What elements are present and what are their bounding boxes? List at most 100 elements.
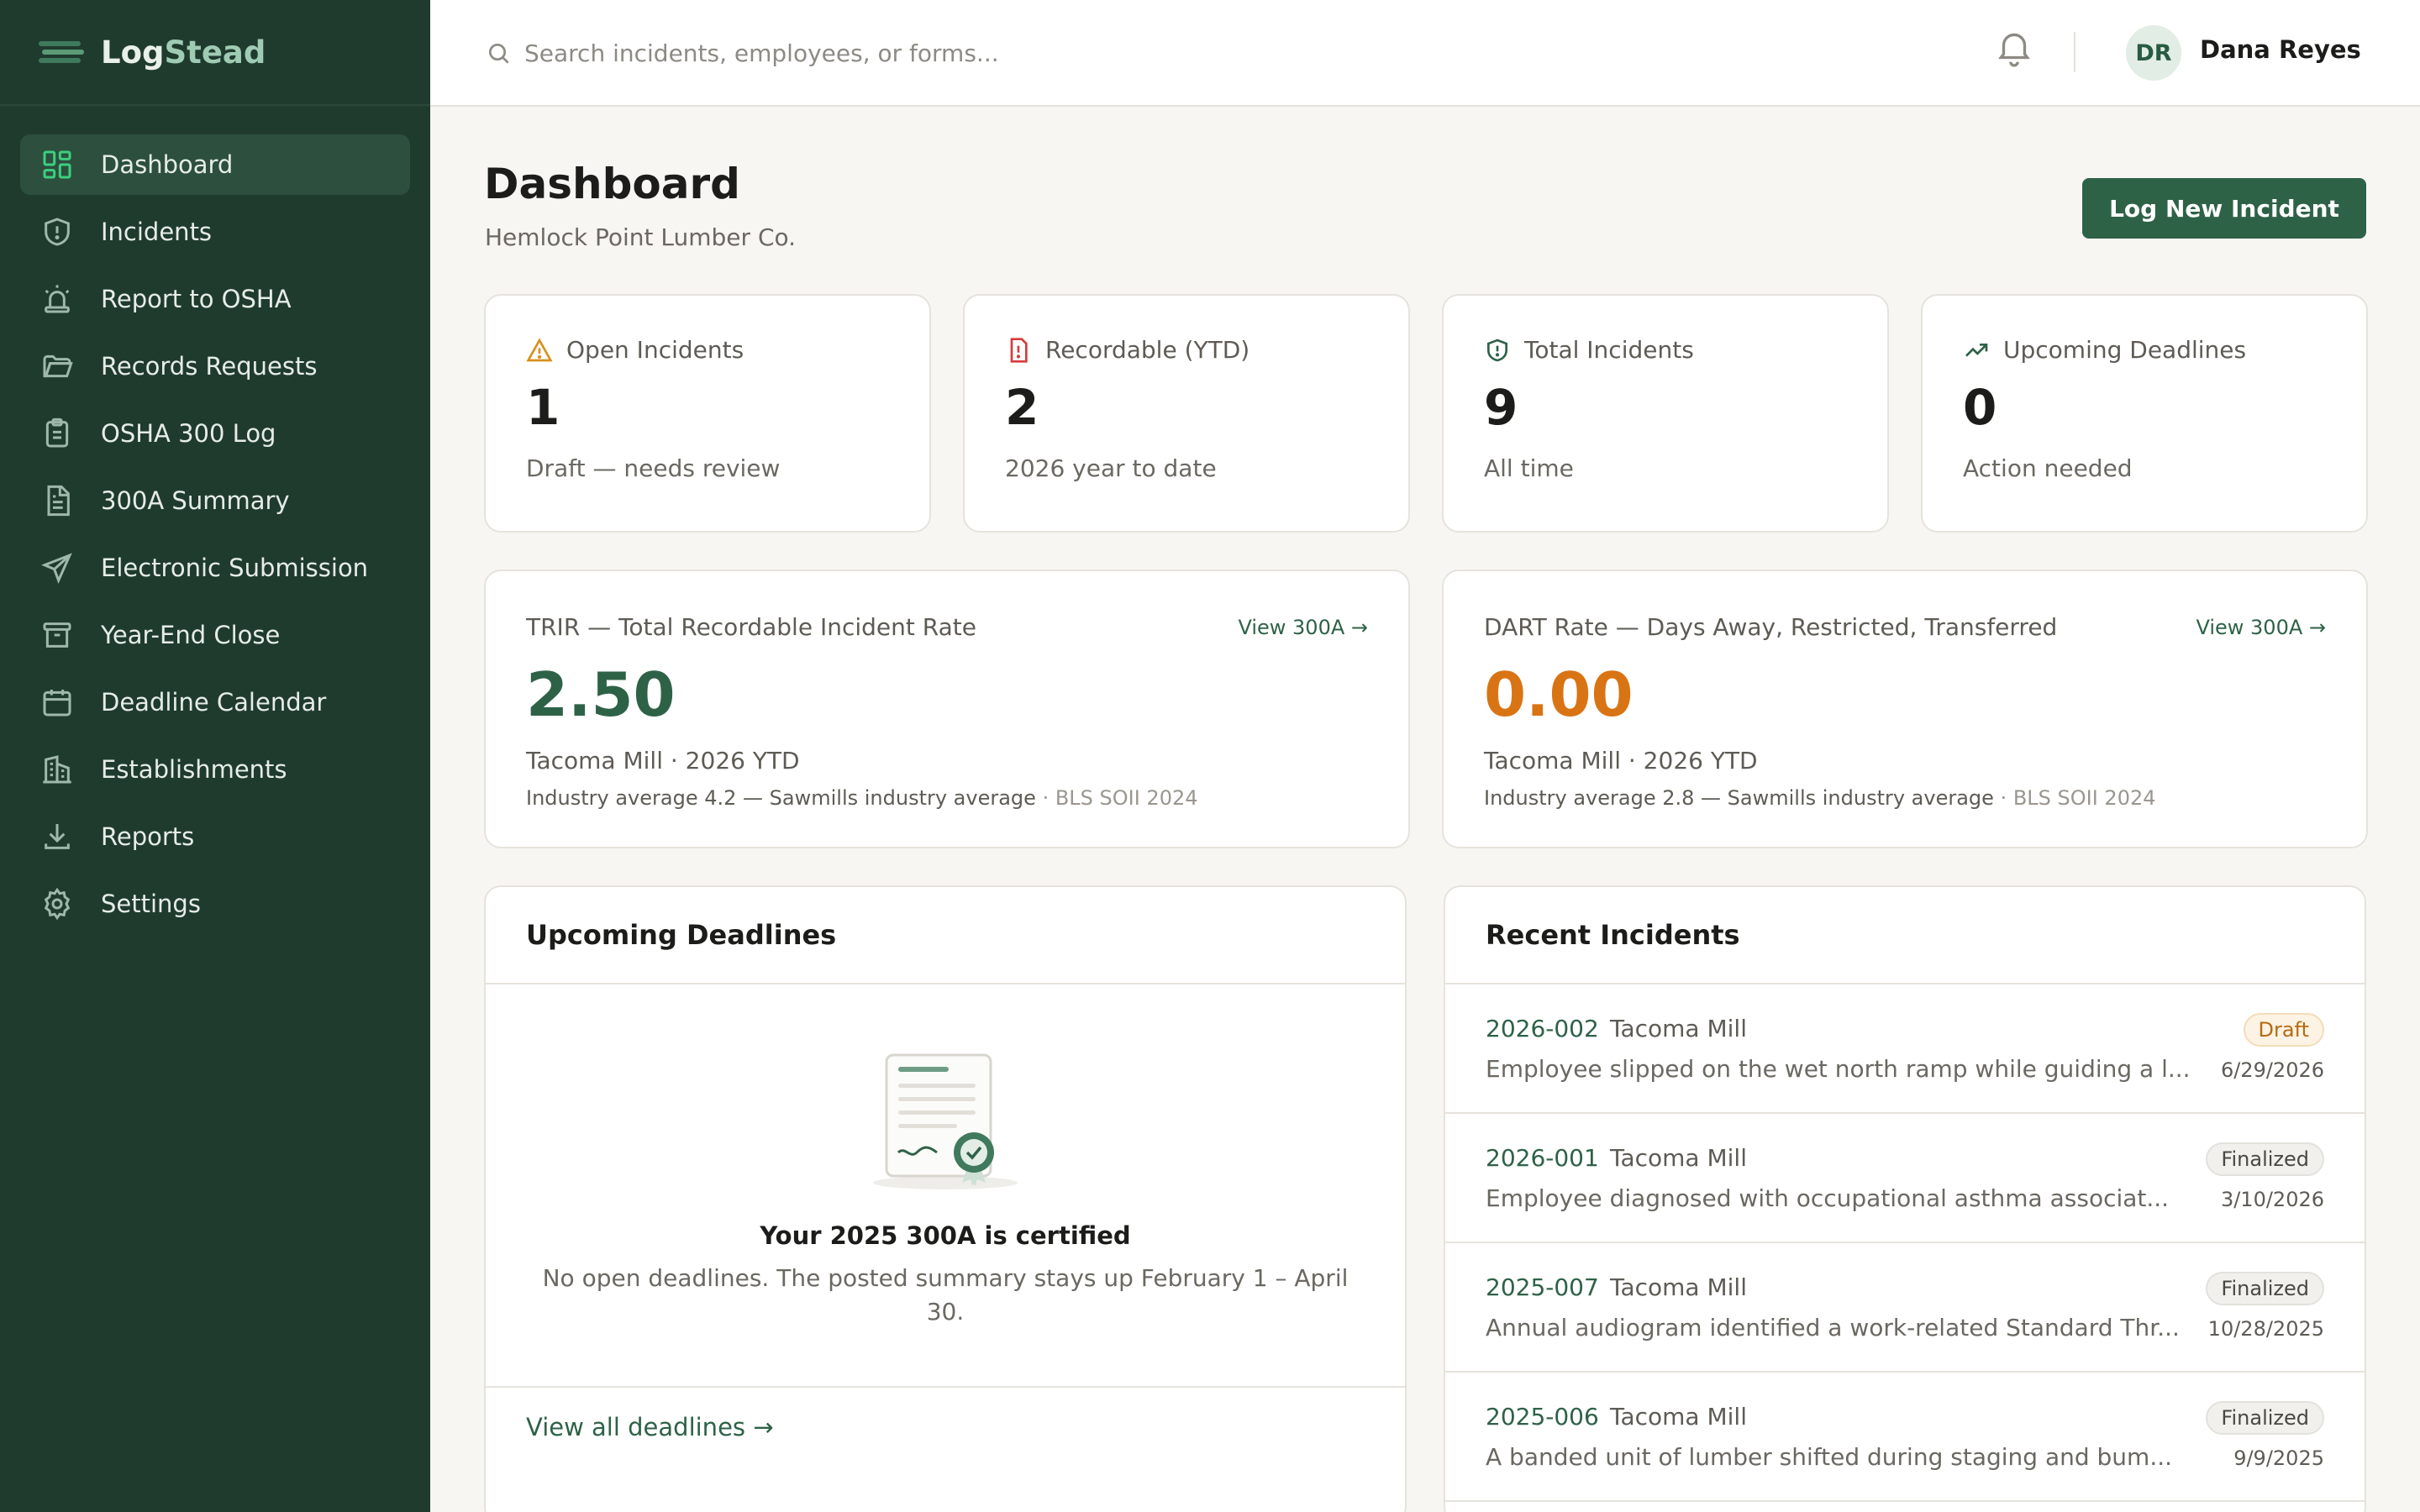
trending-up-icon [1965, 343, 1988, 357]
log-new-incident-button[interactable]: Log New Incident [2082, 178, 2366, 239]
status-badge: Finalized [2206, 1272, 2324, 1305]
sidebar-item-label: Incidents [101, 218, 213, 246]
folder-open-icon [40, 349, 74, 383]
incident-site: Tacoma Mill [1610, 1403, 1747, 1431]
sidebar-item-label: Dashboard [101, 150, 234, 179]
sidebar-item-incidents[interactable]: Incidents [20, 202, 410, 262]
empty-state: Your 2025 300A is certified No open dead… [486, 984, 1405, 1388]
rate-source: · BLS SOII 2024 [1035, 786, 1198, 810]
incident-row[interactable]: 2025-006 Tacoma Mill A banded unit of lu… [1445, 1373, 2365, 1502]
logo-icon [39, 41, 84, 63]
incident-id[interactable]: 2026-002 [1486, 1015, 1599, 1042]
view-300a-link[interactable]: View 300A → [1238, 616, 1368, 639]
stat-label: Upcoming Deadlines [2003, 336, 2247, 364]
bell-icon[interactable] [1993, 25, 2035, 69]
sidebar-nav: Dashboard Incidents Report to OSHA Recor… [0, 106, 430, 934]
file-alert-icon [1010, 337, 1028, 363]
rate-subtitle: Tacoma Mill · 2026 YTD [1484, 747, 1758, 774]
sidebar-item-300a-summary[interactable]: 300A Summary [20, 470, 410, 531]
sidebar-item-year-end-close[interactable]: Year-End Close [20, 605, 410, 665]
siren-icon [40, 282, 74, 316]
stat-caption: All time [1484, 454, 1574, 482]
view-300a-link[interactable]: View 300A → [2196, 616, 2326, 639]
incident-date: 3/10/2026 [2220, 1188, 2324, 1211]
incident-description: Employee slipped on the wet north ramp w… [1486, 1055, 2191, 1083]
archive-icon [40, 618, 74, 652]
sidebar-item-records-requests[interactable]: Records Requests [20, 336, 410, 396]
view-all-deadlines-link[interactable]: View all deadlines → [486, 1388, 1405, 1441]
stat-value: 2 [1005, 379, 1039, 436]
incident-id[interactable]: 2026-001 [1486, 1144, 1599, 1172]
stat-caption: 2026 year to date [1005, 454, 1217, 482]
user-name[interactable]: Dana Reyes [2200, 35, 2361, 64]
status-badge: Finalized [2206, 1401, 2324, 1435]
incident-id[interactable]: 2025-007 [1486, 1273, 1599, 1301]
rate-value: 0.00 [1484, 659, 1634, 730]
rate-card-trir: TRIR — Total Recordable Incident Rate Vi… [484, 570, 1410, 848]
stat-label: Total Incidents [1524, 336, 1694, 364]
stat-card-recordable-ytd: Recordable (YTD) 2 2026 year to date [963, 294, 1410, 533]
sidebar-item-label: 300A Summary [101, 486, 290, 515]
sidebar-item-establishments[interactable]: Establishments [20, 739, 410, 800]
stat-label: Recordable (YTD) [1045, 336, 1250, 364]
incident-site: Tacoma Mill [1610, 1273, 1747, 1301]
sidebar-item-label: Reports [101, 822, 195, 851]
incident-date: 9/9/2025 [2233, 1446, 2324, 1470]
search-input[interactable] [524, 30, 1281, 76]
recent-incidents-panel: Recent Incidents 2026-002 Tacoma Mill Em… [1444, 885, 2366, 1512]
status-badge: Finalized [2206, 1142, 2324, 1176]
shield-icon [1487, 339, 1507, 361]
sidebar-item-settings[interactable]: Settings [20, 874, 410, 934]
sidebar-item-label: OSHA 300 Log [101, 419, 276, 448]
sidebar-item-label: Deadline Calendar [101, 688, 327, 717]
gear-icon [40, 887, 74, 921]
calendar-icon [40, 685, 74, 719]
rate-label: TRIR — Total Recordable Incident Rate [526, 613, 976, 641]
sidebar-item-deadline-calendar[interactable]: Deadline Calendar [20, 672, 410, 732]
page-title: Dashboard [484, 160, 740, 208]
sidebar-item-electronic-submission[interactable]: Electronic Submission [20, 538, 410, 598]
upcoming-deadlines-panel: Upcoming Deadlines Your 2025 300A is cer… [484, 885, 1407, 1512]
incident-row[interactable]: 2026-002 Tacoma Mill Employee slipped on… [1445, 984, 2365, 1114]
dashboard-icon [40, 148, 74, 181]
stat-card-total-incidents: Total Incidents 9 All time [1442, 294, 1889, 533]
topbar: DR Dana Reyes [430, 0, 2420, 107]
download-icon [40, 820, 74, 853]
stat-card-open-incidents: Open Incidents 1 Draft — needs review [484, 294, 931, 533]
stat-value: 9 [1484, 379, 1518, 436]
sidebar-item-label: Year-End Close [101, 621, 281, 649]
search-icon [489, 44, 509, 64]
sidebar-item-label: Report to OSHA [101, 285, 292, 313]
incident-description: Employee diagnosed with occupational ast… [1486, 1184, 2170, 1212]
rate-note: Industry average 2.8 — Sawmills industry… [1484, 786, 2156, 810]
sidebar-item-dashboard[interactable]: Dashboard [20, 134, 410, 195]
stat-value: 0 [1963, 379, 1997, 436]
incident-site: Tacoma Mill [1610, 1144, 1747, 1172]
incident-row[interactable]: 2025-007 Tacoma Mill Annual audiogram id… [1445, 1243, 2365, 1373]
empty-state-text: No open deadlines. The posted summary st… [542, 1264, 1349, 1326]
file-text-icon [40, 484, 74, 517]
sidebar-item-report-to-osha[interactable]: Report to OSHA [20, 269, 410, 329]
rate-card-dart: DART Rate — Days Away, Restricted, Trans… [1442, 570, 2368, 848]
avatar[interactable]: DR [2126, 25, 2181, 81]
rate-subtitle: Tacoma Mill · 2026 YTD [526, 747, 800, 774]
rate-value: 2.50 [526, 659, 676, 730]
sidebar-item-reports[interactable]: Reports [20, 806, 410, 867]
sidebar-item-label: Records Requests [101, 352, 318, 381]
building-icon [40, 753, 74, 786]
warning-triangle-icon [526, 337, 553, 361]
sidebar-item-label: Electronic Submission [101, 554, 369, 582]
incident-description: A banded unit of lumber shifted during s… [1486, 1443, 2173, 1471]
send-icon [40, 551, 74, 585]
incident-site: Tacoma Mill [1610, 1015, 1747, 1042]
clipboard-list-icon [40, 417, 74, 450]
shield-alert-icon [40, 215, 74, 249]
brand[interactable]: LogStead [0, 0, 430, 106]
stat-label: Open Incidents [566, 336, 744, 364]
sidebar-item-osha-300-log[interactable]: OSHA 300 Log [20, 403, 410, 464]
rate-note: Industry average 4.2 — Sawmills industry… [526, 786, 1198, 810]
incident-id[interactable]: 2025-006 [1486, 1403, 1599, 1431]
incident-row[interactable]: 2026-001 Tacoma Mill Employee diagnosed … [1445, 1114, 2365, 1243]
rate-label: DART Rate — Days Away, Restricted, Trans… [1484, 613, 2058, 641]
stat-caption: Action needed [1963, 454, 2133, 482]
